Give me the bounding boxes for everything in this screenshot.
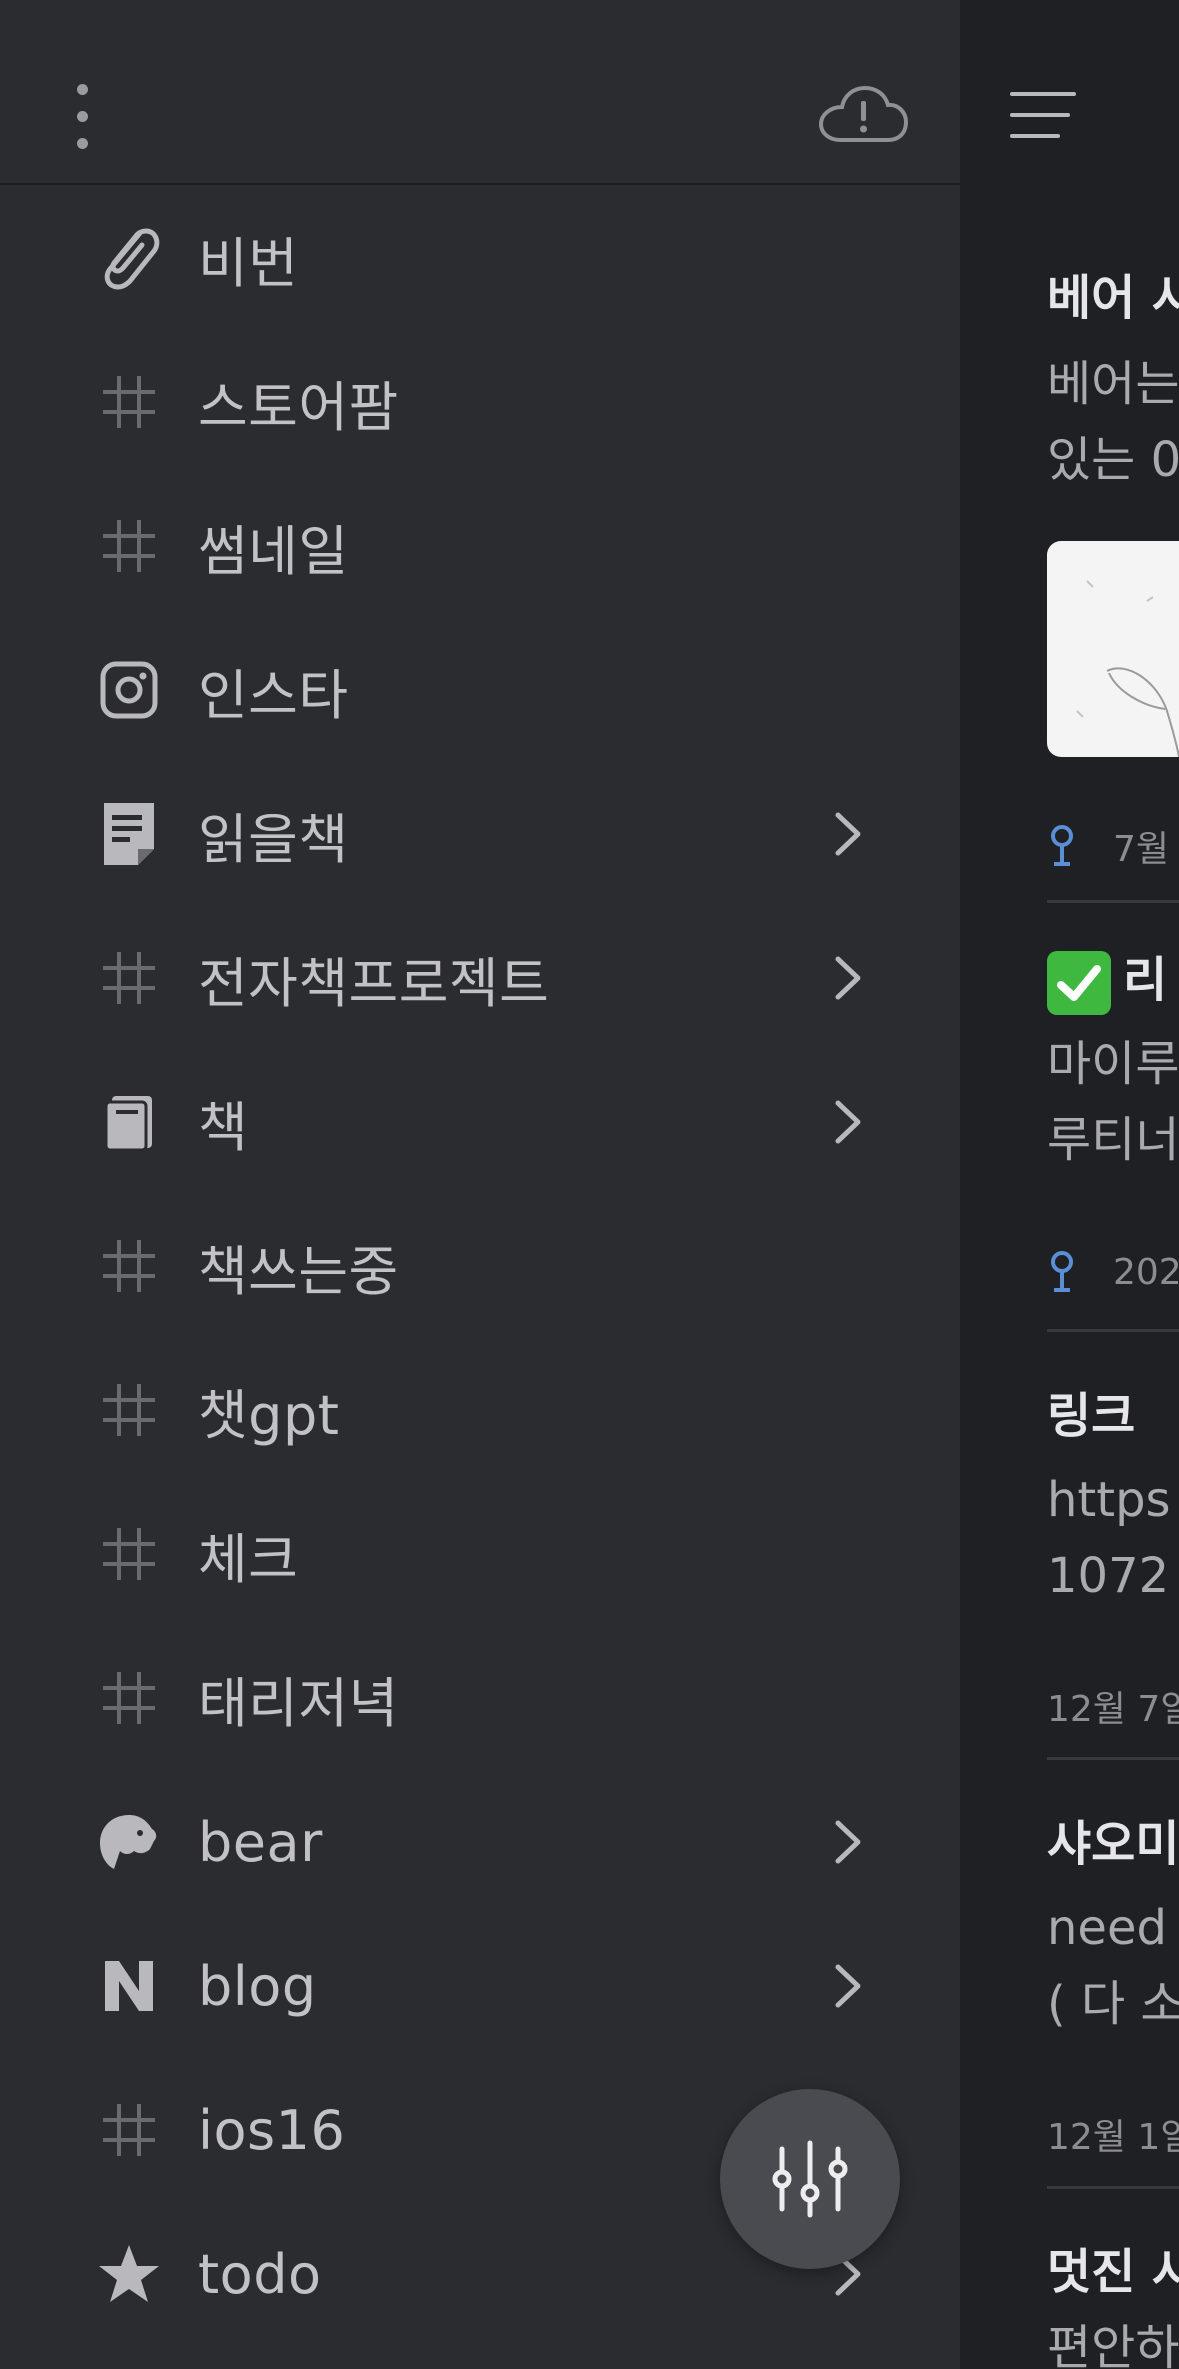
- note-meta-row: 12월 7일: [1047, 1680, 1179, 1732]
- sidebar-header: [0, 0, 960, 185]
- sidebar-item-chatgpt[interactable]: 챗gpt: [0, 1338, 960, 1482]
- sidebar-item-label: 책: [198, 1095, 249, 1159]
- filter-settings-button[interactable]: [720, 2089, 900, 2269]
- note-body-line: 편안하: [1047, 2320, 1179, 2369]
- bear-icon: [92, 1805, 166, 1879]
- sidebar-item-ebook-project[interactable]: 전자책프로젝트: [0, 906, 960, 1050]
- note-date: 12월 7일: [1047, 1689, 1179, 1730]
- sidebar-item-label: 전자책프로젝트: [198, 951, 550, 1015]
- hashtag-icon: [92, 2093, 166, 2167]
- note-icon: [92, 797, 166, 871]
- note-title: 멋진 사: [1047, 2244, 1179, 2300]
- note-body-line: need: [1047, 1900, 1167, 1956]
- note-preview: 마이루 루티너: [1047, 1026, 1179, 1178]
- more-options-icon[interactable]: [70, 84, 94, 150]
- sidebar-item-label: 챗gpt: [198, 1383, 340, 1447]
- sidebar-item-label: 태리저녁: [198, 1671, 399, 1735]
- note-card[interactable]: 링크: [1047, 1376, 1179, 1446]
- sidebar-item-label: 썸네일: [198, 519, 349, 583]
- notes-panel: 베어 사 베어는 있는 0 7월 리 마이루 루티너 202 링크 https …: [960, 0, 1179, 2369]
- note-body-line: https: [1047, 1472, 1171, 1528]
- chevron-right-icon[interactable]: [826, 1959, 868, 2013]
- note-meta-row: 202: [1047, 1250, 1179, 1294]
- hashtag-icon: [92, 941, 166, 1015]
- sidebar-item-label: 읽을책: [198, 807, 349, 871]
- note-body-line: 있는 0: [1047, 432, 1179, 488]
- hashtag-icon: [92, 1517, 166, 1591]
- pin-icon: [1051, 1251, 1073, 1292]
- note-preview: need ( 다 소: [1047, 1890, 1179, 2042]
- hashtag-icon: [92, 509, 166, 583]
- note-divider: [1047, 1329, 1179, 1332]
- note-title: 리: [1123, 952, 1168, 1008]
- sidebar-item-book[interactable]: 책: [0, 1050, 960, 1194]
- note-preview: 베어는 있는 0: [1047, 346, 1179, 498]
- sidebar-item-bear[interactable]: bear: [0, 1770, 960, 1914]
- sidebar-item-to-read[interactable]: 읽을책: [0, 762, 960, 906]
- sidebar-item-label: todo: [198, 2242, 322, 2306]
- chevron-right-icon[interactable]: [826, 1815, 868, 1869]
- note-divider: [1047, 1757, 1179, 1760]
- note-card[interactable]: 멋진 사: [1047, 2232, 1179, 2302]
- sidebar-item-check[interactable]: 체크: [0, 1482, 960, 1626]
- hashtag-icon: [92, 365, 166, 439]
- note-meta-row: 7월: [1047, 820, 1179, 872]
- chevron-right-icon[interactable]: [826, 807, 868, 861]
- instagram-icon: [92, 653, 166, 727]
- note-date: 202: [1113, 1251, 1179, 1293]
- note-meta-row: 12월 1일: [1047, 2108, 1179, 2160]
- sidebar-item-label: 비번: [198, 231, 299, 295]
- note-card[interactable]: 베어 사: [1047, 258, 1179, 328]
- sidebar-item-dinner[interactable]: 태리저녁: [0, 1626, 960, 1770]
- pin-icon: [1051, 825, 1073, 866]
- note-thumbnail-image: [1047, 541, 1179, 757]
- sidebar-item-label: ios16: [198, 2098, 346, 2162]
- note-body-line: 1072: [1047, 1548, 1170, 1604]
- note-card[interactable]: 샤오미: [1047, 1804, 1179, 1874]
- sidebar-item-label: bear: [198, 1810, 323, 1874]
- chevron-right-icon[interactable]: [826, 951, 868, 1005]
- sidebar-item-instagram[interactable]: 인스타: [0, 618, 960, 762]
- sidebar-item-label: 인스타: [198, 663, 349, 727]
- note-body-line: 마이루: [1047, 1036, 1179, 1092]
- sidebar-item-thumbnail[interactable]: 썸네일: [0, 474, 960, 618]
- naver-n-icon: [92, 1949, 166, 2023]
- note-body-line: 루티너: [1047, 1112, 1179, 1168]
- sidebar-item-blog[interactable]: blog: [0, 1914, 960, 2058]
- sidebar-item-storefarm[interactable]: 스토어팜: [0, 330, 960, 474]
- note-preview: https 1072: [1047, 1462, 1179, 1614]
- sidebar-item-label: 책쓰는중: [198, 1239, 399, 1303]
- sidebar-item-label: 스토어팜: [198, 375, 399, 439]
- note-date: 12월 1일: [1047, 2117, 1179, 2158]
- note-title: 샤오미: [1047, 1816, 1179, 1872]
- sidebar-item-label: blog: [198, 1954, 317, 2018]
- cloud-sync-warning-icon[interactable]: [818, 84, 908, 148]
- note-divider: [1047, 900, 1179, 903]
- tag-list: 비번 스토어팜 썸네일 인스타 읽을책 전자책프로젝트 책 책쓰는중 챗gpt …: [0, 186, 960, 2346]
- hashtag-icon: [92, 1661, 166, 1735]
- note-preview: 편안하: [1047, 2310, 1179, 2369]
- sidebar-item-writing-book[interactable]: 책쓰는중: [0, 1194, 960, 1338]
- note-date: 7월: [1113, 829, 1170, 870]
- note-title: 베어 사: [1047, 270, 1179, 326]
- sidebar-item-password[interactable]: 비번: [0, 186, 960, 330]
- note-card[interactable]: 리: [1047, 940, 1179, 1015]
- checkmark-emoji-icon: [1047, 951, 1111, 1015]
- sidebar: 비번 스토어팜 썸네일 인스타 읽을책 전자책프로젝트 책 책쓰는중 챗gpt …: [0, 0, 960, 2369]
- hashtag-icon: [92, 1229, 166, 1303]
- star-icon: [92, 2237, 166, 2311]
- book-icon: [92, 1085, 166, 1159]
- chevron-right-icon[interactable]: [826, 1095, 868, 1149]
- hashtag-icon: [92, 1373, 166, 1447]
- hamburger-menu-icon[interactable]: [1008, 88, 1078, 142]
- sliders-icon: [772, 2140, 848, 2218]
- note-divider: [1047, 2186, 1179, 2189]
- sidebar-item-label: 체크: [198, 1527, 299, 1591]
- paperclip-icon: [92, 221, 166, 295]
- note-body-line: 베어는: [1047, 356, 1179, 412]
- note-body-line: ( 다 소: [1047, 1976, 1179, 2032]
- note-title: 링크: [1047, 1388, 1136, 1444]
